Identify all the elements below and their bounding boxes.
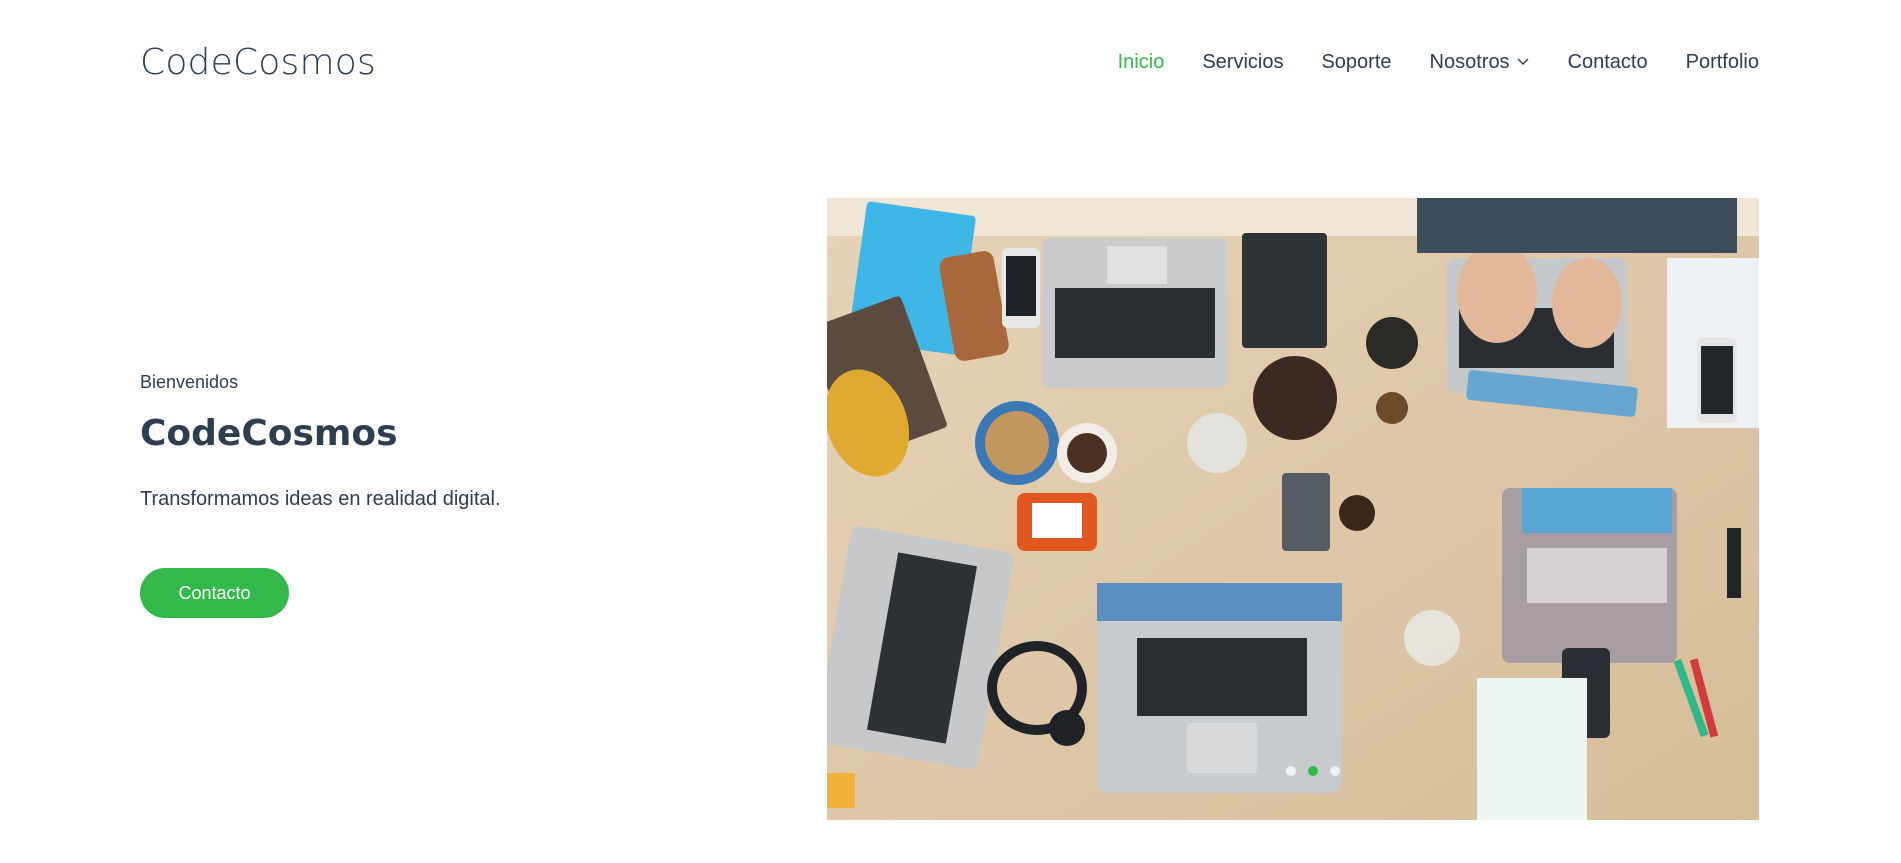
contact-button[interactable]: Contacto <box>140 568 289 618</box>
nav-item-contacto[interactable]: Contacto <box>1568 51 1648 74</box>
carousel-dot-1[interactable] <box>1286 766 1296 776</box>
nav-item-servicios[interactable]: Servicios <box>1202 51 1283 74</box>
carousel-dot-2[interactable] <box>1308 766 1318 776</box>
landing-page: CodeCosmos Inicio Servicios Soporte Noso… <box>0 0 1901 863</box>
nav-item-inicio[interactable]: Inicio <box>1118 51 1165 74</box>
workspace-photo <box>827 198 1759 820</box>
hero-eyebrow: Bienvenidos <box>140 372 239 392</box>
chevron-down-icon <box>1517 58 1529 65</box>
hero-title: CodeCosmos <box>140 413 398 454</box>
hero-text: Bienvenidos CodeCosmos Transformamos ide… <box>140 370 740 618</box>
nav-item-nosotros-label: Nosotros <box>1429 50 1510 73</box>
carousel-indicators <box>827 766 1759 776</box>
main-nav: Inicio Servicios Soporte Nosotros Contac… <box>1118 51 1759 74</box>
brand-logo[interactable]: CodeCosmos <box>140 42 376 83</box>
hero-carousel-image <box>827 198 1759 820</box>
nav-item-portfolio[interactable]: Portfolio <box>1686 51 1759 74</box>
nav-item-nosotros[interactable]: Nosotros <box>1430 51 1530 74</box>
site-header: CodeCosmos Inicio Servicios Soporte Noso… <box>140 28 1759 96</box>
hero-subtitle: Transformamos ideas en realidad digital. <box>140 488 501 510</box>
nav-item-soporte[interactable]: Soporte <box>1321 51 1391 74</box>
carousel-dot-3[interactable] <box>1330 766 1340 776</box>
